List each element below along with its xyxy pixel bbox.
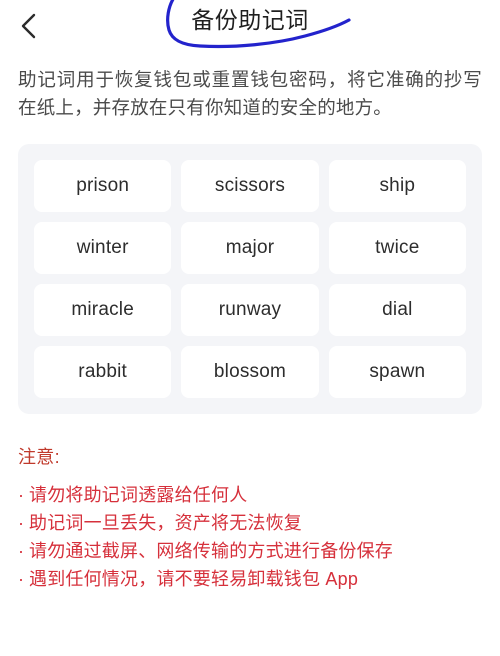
mnemonic-word-card[interactable]: runway xyxy=(181,284,319,336)
mnemonic-word-card[interactable]: rabbit xyxy=(34,346,172,398)
bullet-marker: · xyxy=(18,513,25,533)
warning-list-item: · 遇到任何情况，请不要轻易卸载钱包 App xyxy=(18,565,482,593)
warning-list-item: · 助记词一旦丢失，资产将无法恢复 xyxy=(18,509,482,537)
bullet-marker: · xyxy=(18,485,25,505)
page-header: 备份助记词 xyxy=(0,0,500,52)
warning-list-item: · 请勿通过截屏、网络传输的方式进行备份保存 xyxy=(18,537,482,565)
page-title: 备份助记词 xyxy=(191,7,309,33)
bullet-marker: · xyxy=(18,569,25,589)
warning-item-text: 助记词一旦丢失，资产将无法恢复 xyxy=(29,513,302,533)
mnemonic-word-card[interactable]: major xyxy=(181,222,319,274)
mnemonic-word-card[interactable]: winter xyxy=(34,222,172,274)
mnemonic-word-card[interactable]: scissors xyxy=(181,160,319,212)
warning-item-text: 请勿通过截屏、网络传输的方式进行备份保存 xyxy=(29,541,393,561)
mnemonic-word-card[interactable]: miracle xyxy=(34,284,172,336)
bullet-marker: · xyxy=(18,541,25,561)
mnemonic-word-card[interactable]: twice xyxy=(328,222,466,274)
warning-title: 注意: xyxy=(18,447,60,467)
warning-item-text: 请勿将助记词透露给任何人 xyxy=(29,485,248,505)
mnemonic-word-grid: prison scissors ship winter major twice … xyxy=(18,144,482,414)
mnemonic-word-card[interactable]: blossom xyxy=(181,346,319,398)
warning-item-text: 遇到任何情况，请不要轻易卸载钱包 App xyxy=(29,569,359,589)
mnemonic-word-card[interactable]: dial xyxy=(328,284,466,336)
description-text: 助记词用于恢复钱包或重置钱包密码，将它准确的抄写在纸上，并存放在只有你知道的安全… xyxy=(18,69,482,118)
warning-list-item: · 请勿将助记词透露给任何人 xyxy=(18,481,482,509)
warning-list: · 请勿将助记词透露给任何人 · 助记词一旦丢失，资产将无法恢复 · 请勿通过截… xyxy=(18,481,482,593)
mnemonic-word-card[interactable]: ship xyxy=(328,160,466,212)
mnemonic-word-card[interactable]: spawn xyxy=(328,346,466,398)
mnemonic-word-card[interactable]: prison xyxy=(34,160,172,212)
warning-section: 注意: · 请勿将助记词透露给任何人 · 助记词一旦丢失，资产将无法恢复 · 请… xyxy=(18,444,482,593)
